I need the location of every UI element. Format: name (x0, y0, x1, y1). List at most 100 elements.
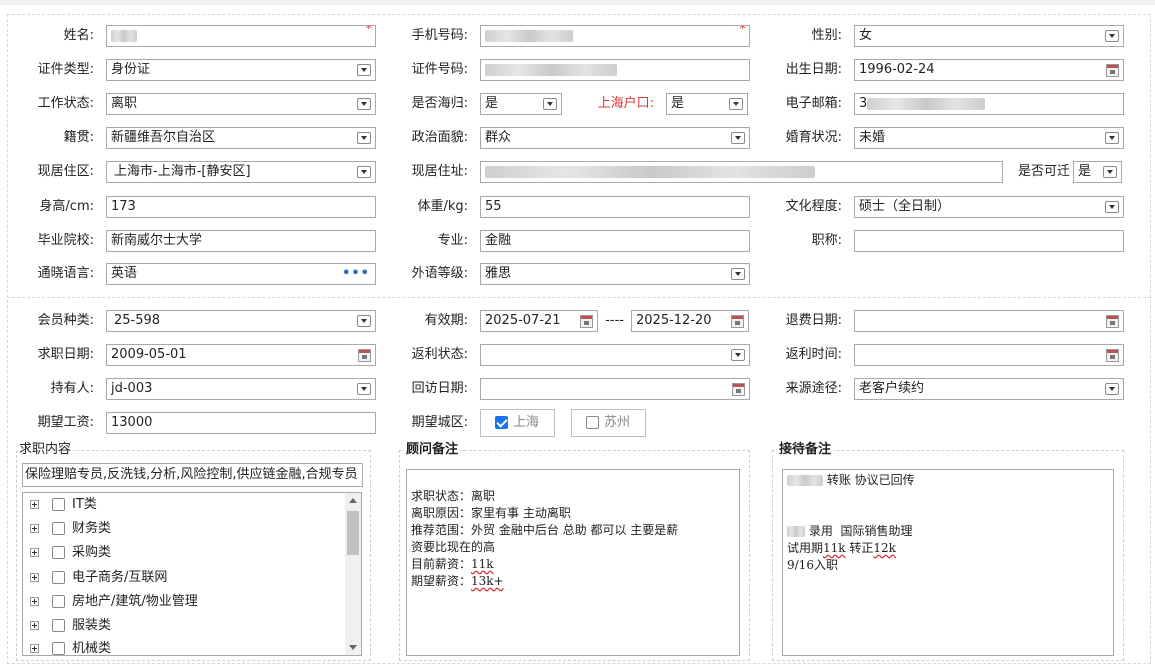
relocate-select[interactable]: 是 (1073, 161, 1122, 183)
chevron-down-icon[interactable] (1105, 383, 1119, 395)
calendar-icon[interactable] (358, 349, 371, 362)
chevron-down-icon[interactable] (543, 98, 557, 110)
consultant-notes-textarea[interactable]: 求职状态：离职 离职原因：家里有事 主动离职 推荐范围：外贸 金融中后台 总助 都可… (406, 469, 740, 656)
revisit-date-input[interactable] (480, 378, 750, 400)
chevron-down-icon[interactable] (731, 349, 745, 361)
school-input[interactable]: 新南威尔士大学 (106, 230, 376, 252)
title-input[interactable] (854, 230, 1124, 252)
checkbox-unchecked[interactable] (52, 498, 65, 511)
weight-input[interactable]: 55 (480, 196, 750, 218)
tree-item[interactable]: 电子商务/互联网 (23, 566, 343, 590)
chevron-down-icon[interactable] (357, 383, 371, 395)
tree-item[interactable]: 机械类 (23, 637, 343, 655)
checkbox-unchecked[interactable] (52, 642, 65, 655)
calendar-icon[interactable] (1106, 349, 1119, 362)
valid-period-separator: ---- (605, 313, 624, 328)
returnee-select[interactable]: 是 (480, 93, 562, 115)
shanghai-hukou-select[interactable]: 是 (666, 93, 748, 115)
name-input[interactable]: * (106, 25, 376, 47)
valid-end-input[interactable]: 2025-12-20 (631, 310, 749, 332)
source-select[interactable]: 老客户续约 (854, 378, 1124, 400)
language-label: 通晓语言: (37, 266, 94, 281)
more-icon[interactable]: ••• (342, 264, 370, 284)
expand-icon[interactable] (30, 548, 39, 557)
political-select[interactable]: 群众 (480, 127, 750, 149)
checkbox-checked[interactable] (495, 416, 508, 429)
checkbox-unchecked[interactable] (52, 619, 65, 632)
phone-input[interactable]: * (480, 25, 750, 47)
rebate-status-select[interactable] (480, 344, 750, 366)
reception-notes-textarea[interactable]: 转账 协议已回传 录用 国际销售助理 试用期11k 转正12k 9/16入职 (782, 469, 1114, 656)
source-label: 来源途径: (785, 381, 842, 396)
tree-item[interactable]: 服装类 (23, 614, 343, 638)
tree-scrollbar[interactable] (345, 493, 361, 655)
work-status-select[interactable]: 离职 (106, 93, 376, 115)
marital-select[interactable]: 未婚 (854, 127, 1124, 149)
expand-icon[interactable] (30, 597, 39, 606)
job-date-input[interactable]: 2009-05-01 (106, 344, 376, 366)
tree-item[interactable]: IT类 (23, 493, 343, 517)
chevron-down-icon[interactable] (357, 98, 371, 110)
member-type-select[interactable]: 25-598 (106, 310, 376, 332)
checkbox-unchecked[interactable] (52, 571, 65, 584)
expected-salary-value: 13000 (111, 415, 153, 430)
scroll-thumb[interactable] (347, 511, 359, 555)
city-option-shanghai[interactable]: 上海 (480, 409, 555, 437)
calendar-icon[interactable] (732, 383, 745, 396)
job-category-tree[interactable]: IT类 财务类 采购类 电子商务/互联网 房地产/建筑/物业管理 服装类 机械类 (22, 492, 362, 656)
city-option-suzhou[interactable]: 苏州 (571, 409, 646, 437)
chevron-down-icon[interactable] (1105, 132, 1119, 144)
calendar-icon[interactable] (1106, 64, 1119, 77)
education-select[interactable]: 硕士（全日制） (854, 196, 1124, 218)
checkbox-unchecked[interactable] (52, 522, 65, 535)
chevron-down-icon[interactable] (357, 166, 371, 178)
tree-item[interactable]: 房地产/建筑/物业管理 (23, 590, 343, 614)
reception-notes-title: 接待备注 (777, 442, 834, 458)
job-content-summary[interactable]: 保险理赔专员,反洗钱,分析,风险控制,供应链金融,合规专员 (22, 463, 363, 487)
expected-salary-input[interactable]: 13000 (106, 412, 376, 434)
chevron-down-icon[interactable] (731, 132, 745, 144)
chevron-down-icon[interactable] (357, 315, 371, 327)
redacted-value (111, 29, 137, 42)
email-input[interactable]: 3 (854, 93, 1124, 115)
checkbox-unchecked[interactable] (52, 546, 65, 559)
height-input[interactable]: 173 (106, 196, 376, 218)
expand-icon[interactable] (30, 573, 39, 582)
major-input[interactable]: 金融 (480, 230, 750, 252)
chevron-down-icon[interactable] (1105, 30, 1119, 42)
birth-date-input[interactable]: 1996-02-24 (854, 59, 1124, 81)
tree-item[interactable]: 财务类 (23, 517, 343, 541)
chevron-down-icon[interactable] (357, 132, 371, 144)
holder-select[interactable]: jd-003 (106, 378, 376, 400)
id-number-input[interactable] (480, 59, 750, 81)
tree-item[interactable]: 采购类 (23, 541, 343, 565)
gender-select[interactable]: 女 (854, 25, 1124, 47)
major-value: 金融 (485, 233, 512, 248)
expand-icon[interactable] (30, 621, 39, 630)
language-input[interactable]: 英语 ••• (106, 263, 376, 285)
residence-address-input[interactable] (480, 161, 1003, 183)
id-type-select[interactable]: 身份证 (106, 59, 376, 81)
rebate-time-input[interactable] (854, 344, 1124, 366)
checkbox-unchecked[interactable] (586, 416, 599, 429)
residence-area-select[interactable]: 上海市-上海市-[静安区] (106, 161, 376, 183)
checkbox-unchecked[interactable] (52, 595, 65, 608)
consultant-notes-title: 顾问备注 (404, 442, 461, 458)
tree-item-label: 房地产/建筑/物业管理 (72, 594, 198, 609)
expand-icon[interactable] (30, 524, 39, 533)
scroll-up-icon[interactable] (349, 498, 357, 503)
foreign-level-select[interactable]: 雅思 (480, 263, 750, 285)
calendar-icon[interactable] (1106, 315, 1119, 328)
chevron-down-icon[interactable] (357, 64, 371, 76)
expand-icon[interactable] (30, 500, 39, 509)
chevron-down-icon[interactable] (1105, 201, 1119, 213)
chevron-down-icon[interactable] (729, 98, 743, 110)
chevron-down-icon[interactable] (731, 268, 745, 280)
refund-date-input[interactable] (854, 310, 1124, 332)
scroll-down-icon[interactable] (349, 645, 357, 650)
chevron-down-icon[interactable] (1103, 166, 1117, 178)
native-place-select[interactable]: 新疆维吾尔自治区 (106, 127, 376, 149)
calendar-icon[interactable] (731, 315, 744, 328)
expand-icon[interactable] (30, 644, 39, 653)
current-salary-label: 目前薪资： (411, 557, 472, 571)
